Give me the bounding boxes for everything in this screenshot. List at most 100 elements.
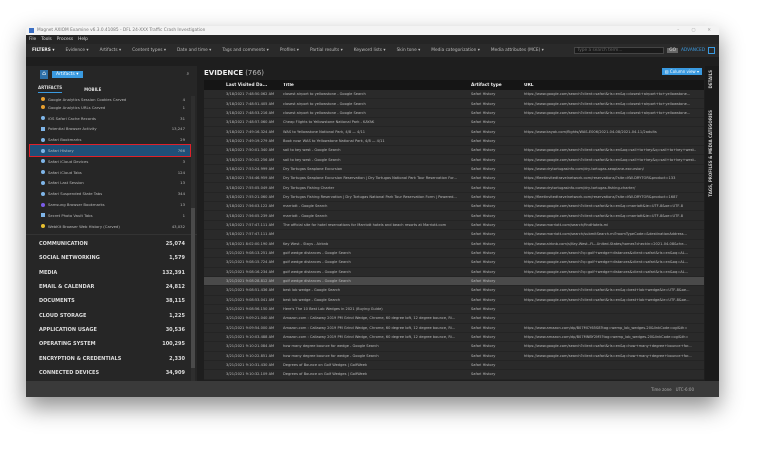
column-view-button[interactable]: ▥ Column view ▾ bbox=[661, 68, 702, 75]
menu-help[interactable]: Help bbox=[78, 37, 88, 42]
go-button[interactable]: GO bbox=[667, 48, 678, 53]
table-row[interactable]: 3/21/2021 9:10:21.084 AM how many degree … bbox=[204, 342, 704, 352]
artifact-item[interactable]: Safari Bookmarks 29 bbox=[26, 134, 197, 145]
app-window: Magnet AXIOM Examine v6.3.0.41085 - DFL … bbox=[26, 26, 719, 397]
filters-menu[interactable]: FILTERS ▾ bbox=[32, 48, 55, 53]
filter-keyword-lists[interactable]: Keyword lists ▾ bbox=[354, 48, 386, 53]
artifact-item[interactable]: Potential Browser Activity 13,247 bbox=[26, 124, 197, 135]
filter-media-categorization[interactable]: Media categorization ▾ bbox=[431, 48, 480, 53]
filter-partial-results[interactable]: Partial results ▾ bbox=[310, 48, 343, 53]
category-item[interactable]: SOCIAL NETWORKING 1,579 bbox=[26, 251, 197, 265]
table-row[interactable]: 3/21/2021 9:08:53.041 AM best lob wedge -… bbox=[204, 296, 704, 305]
table-row[interactable]: 3/18/2021 7:55:05.049 AM Dry Tortugas Fis… bbox=[204, 183, 704, 193]
left-scrollbar[interactable] bbox=[191, 96, 195, 381]
table-row[interactable]: 3/21/2021 9:08:56.150 AM Here's The 10 Be… bbox=[204, 305, 704, 315]
table-row[interactable]: 3/18/2021 7:57:47.111 AM The official sit… bbox=[204, 221, 704, 231]
table-row[interactable]: 3/21/2021 9:10:32.109 AM Degrees of Bounc… bbox=[204, 370, 704, 380]
table-row[interactable]: 3/21/2021 9:08:28.812 AM golf wedge dista… bbox=[204, 276, 704, 287]
table-row[interactable]: 3/21/2021 9:09:54.000 AM Amazon.com : Cal… bbox=[204, 324, 704, 333]
column-header-last-visited[interactable]: Last Visited Da... bbox=[222, 83, 280, 88]
home-icon[interactable]: ⌂ bbox=[40, 69, 48, 79]
table-row[interactable]: 3/21/2021 9:09:21.040 AM Amazon.com : Cal… bbox=[204, 314, 704, 324]
table-row[interactable]: 3/18/2021 7:50:02.256 AM sail to key west… bbox=[204, 155, 704, 165]
table-row[interactable]: 3/18/2021 7:57:47.111 AM Safari History ht… bbox=[204, 230, 704, 240]
artifact-item[interactable]: Safari iCloud Tabs 124 bbox=[26, 167, 197, 178]
category-count: 38,115 bbox=[165, 298, 185, 305]
filter-profiles[interactable]: Profiles ▾ bbox=[280, 48, 299, 53]
artifact-item[interactable]: Samsung Browser Bookmarks 13 bbox=[26, 199, 197, 210]
artifact-item[interactable]: iOS Safari Cache Records 31 bbox=[26, 113, 197, 124]
cell-artifact-type: Safari History bbox=[471, 241, 496, 246]
filter-label: Artifacts bbox=[99, 48, 118, 53]
category-label: COMMUNICATION bbox=[39, 240, 88, 247]
artifact-item[interactable]: Safari Suspended State Tabs 344 bbox=[26, 188, 197, 199]
table-row[interactable]: 3/21/2021 9:10:31.430 AM Degrees of Bounc… bbox=[204, 361, 704, 371]
filter-skin-tone[interactable]: Skin tone ▾ bbox=[397, 48, 421, 53]
table-row[interactable]: 3/18/2021 7:49:19.279 AM Book now: WAS to… bbox=[204, 137, 704, 147]
table-row[interactable]: 3/21/2021 9:08:15.724 AM golf wedge dista… bbox=[204, 258, 704, 268]
tab-mobile[interactable]: MOBILE bbox=[84, 87, 101, 92]
filter-date-and-time[interactable]: Date and time ▾ bbox=[177, 48, 211, 53]
category-count: 24,812 bbox=[165, 283, 185, 290]
filter-artifacts[interactable]: Artifacts ▾ bbox=[100, 48, 122, 53]
table-row[interactable]: 3/21/2021 9:08:16.234 AM golf wedge dista… bbox=[204, 268, 704, 277]
tab-details[interactable]: DETAILS bbox=[708, 70, 713, 88]
menu-file[interactable]: File bbox=[29, 37, 36, 42]
category-item[interactable]: OPERATING SYSTEM 100,295 bbox=[26, 337, 197, 351]
artifact-item[interactable]: Google Analytics URLs Carved 1 bbox=[26, 102, 197, 113]
artifact-label: Safari iCloud Devices bbox=[48, 158, 89, 164]
filter-tags-and-comments[interactable]: Tags and comments ▾ bbox=[222, 48, 269, 53]
search-icon[interactable]: ⌕ bbox=[187, 72, 189, 77]
table-row[interactable]: 3/18/2021 8:02:00.190 AM Key West - Stays… bbox=[204, 240, 704, 249]
artifact-item[interactable]: Safari iCloud Devices 3 bbox=[26, 156, 197, 167]
filter-evidence[interactable]: Evidence ▾ bbox=[66, 48, 89, 53]
table-row[interactable]: 3/18/2021 7:48:51.405 AM closest airport … bbox=[204, 99, 704, 109]
cell-url: https://www.google.com/search?client=saf… bbox=[524, 288, 690, 293]
table-row[interactable]: 3/21/2021 9:08:51.436 AM best lob wedge -… bbox=[204, 286, 704, 296]
tab-tags-profiles-media[interactable]: TAGS, PROFILES & MEDIA CATEGORIES bbox=[708, 110, 713, 197]
category-item[interactable]: CLOUD STORAGE 1,225 bbox=[26, 309, 197, 323]
filter-content-types[interactable]: Content types ▾ bbox=[132, 48, 166, 53]
table-row[interactable]: 3/18/2021 7:48:53.216 AM closest airport … bbox=[204, 109, 704, 119]
table-row[interactable]: 3/21/2021 9:08:13.251 AM golf wedge dista… bbox=[204, 249, 704, 259]
table-row[interactable]: 3/18/2021 7:49:16.324 AM WAS to Yellowsto… bbox=[204, 127, 704, 137]
category-item[interactable]: COMMUNICATION 25,074 bbox=[26, 237, 197, 251]
artifact-item[interactable]: Safari History 766 bbox=[29, 144, 191, 157]
category-count: 1,579 bbox=[169, 255, 185, 262]
category-item[interactable]: DOCUMENTS 38,115 bbox=[26, 294, 197, 308]
table-row[interactable]: 3/18/2021 7:56:03.122 AM marriott - Googl… bbox=[204, 202, 704, 212]
category-item[interactable]: CONNECTED DEVICES 34,909 bbox=[26, 366, 197, 380]
search-input[interactable]: Type a search term... bbox=[574, 47, 665, 54]
tab-artifacts[interactable]: ARTIFACTS bbox=[38, 85, 63, 93]
artifacts-view-dropdown[interactable]: Artifacts ▾ bbox=[52, 70, 83, 78]
cell-url: https://www.google.com/search?client=saf… bbox=[524, 353, 692, 358]
filter-media-attributes-mce-[interactable]: Media attributes (MCE) ▾ bbox=[491, 48, 544, 53]
table-row[interactable]: 3/21/2021 9:10:03.488 AM Amazon.com : Cal… bbox=[204, 333, 704, 343]
table-row[interactable]: 3/18/2021 7:50:01.340 AM sail to key west… bbox=[204, 146, 704, 156]
category-item[interactable]: EMAIL & CALENDAR 24,812 bbox=[26, 280, 197, 294]
category-item[interactable]: ENCRYPTION & CREDENTIALS 2,330 bbox=[26, 352, 197, 366]
category-item[interactable]: APPLICATION USAGE 30,536 bbox=[26, 323, 197, 337]
advanced-button[interactable]: ADVANCED bbox=[681, 48, 705, 53]
column-header-title[interactable]: Title bbox=[280, 83, 468, 88]
category-item[interactable]: MEDIA 132,391 bbox=[26, 265, 197, 279]
close-button[interactable]: ✕ bbox=[707, 28, 711, 33]
menu-tools[interactable]: Tools bbox=[41, 37, 52, 42]
menu-process[interactable]: Process bbox=[57, 37, 73, 42]
column-header-artifact-type[interactable]: Artifact type bbox=[468, 83, 521, 88]
table-row[interactable]: 3/18/2021 7:56:05.239 AM marriott - Googl… bbox=[204, 211, 704, 221]
table-row[interactable]: 3/18/2021 7:53:24.999 AM Dry Tortugas Sea… bbox=[204, 165, 704, 175]
maximize-button[interactable]: ▢ bbox=[691, 28, 695, 33]
artifact-item[interactable]: Secret Photo Vault Tabs 1 bbox=[26, 210, 197, 221]
artifact-item[interactable]: WebKit Browser Web History (Carved) 43,03… bbox=[26, 221, 197, 232]
table-row[interactable]: 3/18/2021 7:54:46.959 AM Dry Tortugas Sea… bbox=[204, 174, 704, 184]
table-row[interactable]: 3/18/2021 7:48:57.060 AM Cheap Flights to… bbox=[204, 118, 704, 128]
category-count: 2,330 bbox=[169, 355, 185, 362]
table-row[interactable]: 3/21/2021 9:10:22.851 AM how many degree … bbox=[204, 352, 704, 361]
minimize-button[interactable]: – bbox=[677, 28, 679, 33]
table-row[interactable]: 3/18/2021 7:48:50.062 AM closest airport … bbox=[204, 90, 704, 100]
table-row[interactable]: 3/18/2021 7:55:21.060 AM Dry Tortugas Fis… bbox=[204, 193, 704, 203]
column-header-url[interactable]: URL bbox=[521, 83, 696, 88]
artifact-item[interactable]: Safari Last Session 13 bbox=[26, 178, 197, 189]
advanced-icon[interactable] bbox=[708, 47, 715, 54]
